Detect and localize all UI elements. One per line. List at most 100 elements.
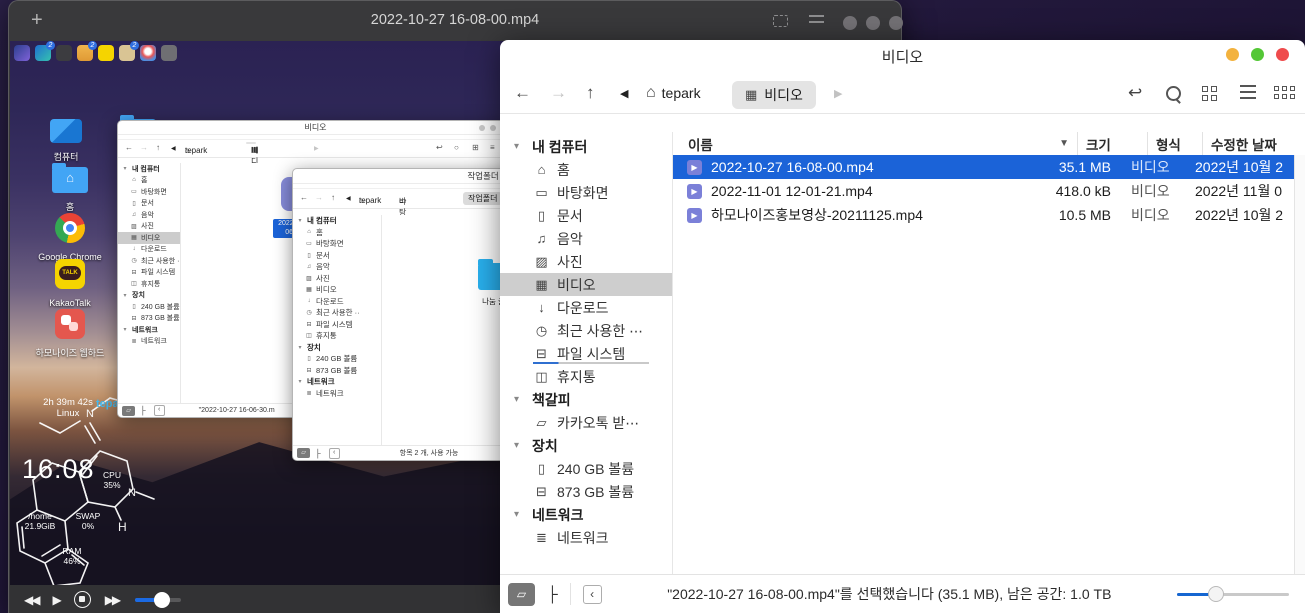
sidebar-item[interactable]: ▾ 책갈피 bbox=[500, 388, 672, 411]
home-icon: ⌂ bbox=[646, 84, 656, 102]
file-modified: 2022년 11월 0 bbox=[1186, 181, 1295, 201]
sidebar-item: ▨ 사진 bbox=[118, 221, 180, 233]
sidebar-item[interactable]: ▾ 네트워크 bbox=[500, 503, 672, 526]
sidebar-item-icon: ↓ bbox=[130, 246, 138, 252]
sidebar-item-label: 카카오톡 받⋯ bbox=[557, 413, 639, 433]
sidebar-item-icon: ⊟ bbox=[533, 484, 550, 500]
sidebar-item-icon: ♫ bbox=[533, 231, 550, 246]
sidebar-item: ▯ 문서 bbox=[293, 250, 381, 262]
sidebar-item[interactable]: ◷ 최근 사용한 ⋯ bbox=[500, 319, 672, 342]
sidebar-item[interactable]: ◫ 휴지통 bbox=[500, 365, 672, 388]
sidebar-item: ▨ 사진 bbox=[293, 273, 381, 285]
up-button[interactable]: ↑ bbox=[586, 83, 595, 103]
sidebar-item: ≣ 네트워크 bbox=[293, 388, 381, 400]
window-button[interactable] bbox=[866, 16, 880, 30]
breadcrumb-home[interactable]: ⌂tepark bbox=[646, 84, 701, 102]
sidebar-item[interactable]: ▯ 문서 bbox=[500, 204, 672, 227]
sidebar-item[interactable]: ⊟ 파일 시스템 bbox=[500, 342, 672, 365]
table-row[interactable]: ▶하모나이즈홍보영상-20211125.mp4 10.5 MB 비디오 2022… bbox=[673, 203, 1295, 227]
sidebar-item-icon: ▯ bbox=[533, 461, 550, 477]
desktop-icon: 홈 bbox=[34, 167, 106, 212]
desktop-icon-label: 하모나이즈 웹하드 bbox=[34, 348, 106, 358]
sidebar-item-icon: ≣ bbox=[305, 390, 313, 397]
sidebar-item[interactable]: ▨ 사진 bbox=[500, 250, 672, 273]
table-row[interactable]: ▶2022-10-27 16-08-00.mp4 35.1 MB 비디오 202… bbox=[673, 155, 1295, 179]
zoom-handle[interactable] bbox=[1208, 586, 1224, 602]
fullscreen-icon[interactable] bbox=[773, 15, 788, 27]
back-icon: ← bbox=[125, 143, 133, 152]
seek-handle[interactable] bbox=[154, 592, 170, 608]
desktop-icon: Google Chrome bbox=[34, 213, 106, 262]
fm-window-title: 비디오 bbox=[500, 46, 1305, 67]
desktop-icon-label: KakaoTalk bbox=[34, 298, 106, 308]
sidebar-item[interactable]: ▾ 장치 bbox=[500, 434, 672, 457]
sidebar-item-label: 파일 시스템 bbox=[557, 344, 625, 364]
fm-titlebar[interactable]: 비디오 bbox=[500, 40, 1305, 68]
sidebar-item[interactable]: ▱ 카카오톡 받⋯ bbox=[500, 411, 672, 434]
sidebar-item-icon: ▯ bbox=[533, 208, 550, 224]
sidebar-item[interactable]: ≣ 네트워크 bbox=[500, 526, 672, 549]
sidebar-item-label: 휴지통 bbox=[141, 279, 160, 289]
desktop-icon: TALK KakaoTalk bbox=[34, 259, 106, 308]
tree-view-button[interactable]: ├ bbox=[547, 586, 558, 603]
window-button[interactable] bbox=[889, 16, 903, 30]
fast-forward-button[interactable]: ▶▶ bbox=[105, 593, 119, 607]
breadcrumb-prev-icon[interactable]: ◀ bbox=[620, 87, 628, 100]
rewind-button[interactable]: ◀◀ bbox=[24, 593, 38, 607]
sidebar-item[interactable]: ▦ 비디오 bbox=[500, 273, 672, 296]
sidebar-item[interactable]: ⌂ 홈 bbox=[500, 158, 672, 181]
minimize-button[interactable] bbox=[1226, 48, 1239, 61]
stop-button[interactable] bbox=[74, 591, 91, 608]
sidebar-item[interactable]: ▾ 내 컴퓨터 bbox=[500, 135, 672, 158]
sidebar-item-label: 비디오 bbox=[557, 275, 596, 295]
scrollbar[interactable] bbox=[1294, 155, 1305, 575]
sidebar-item[interactable]: ♫ 음악 bbox=[500, 227, 672, 250]
taskbar-app-icon: 2 bbox=[77, 45, 93, 61]
search-icon[interactable] bbox=[1166, 86, 1181, 101]
folder-view-button[interactable]: ▱ bbox=[508, 583, 535, 606]
file-type: 비디오 bbox=[1123, 205, 1186, 225]
player-titlebar[interactable]: + 2022-10-27 16-08-00.mp4 bbox=[9, 1, 901, 41]
taskbar-app-icon bbox=[140, 45, 156, 61]
column-header-modified[interactable]: 수정한 날짜 bbox=[1202, 132, 1305, 155]
mini-titlebar: 비디오 bbox=[118, 121, 513, 135]
sidebar-item: ▦ 비디오 bbox=[293, 284, 381, 296]
sidebar-item: ⊟ 파일 시스템 bbox=[118, 267, 180, 279]
breadcrumb-next-icon[interactable]: ▶ bbox=[834, 87, 842, 100]
sidebar-item-icon: ◫ bbox=[533, 369, 550, 385]
play-button[interactable]: ▶ bbox=[52, 593, 59, 607]
sidebar-item-icon: ↓ bbox=[533, 300, 550, 315]
desktop-icon-art bbox=[52, 167, 88, 193]
refresh-icon[interactable]: ↩ bbox=[1128, 83, 1142, 103]
forward-button[interactable]: → bbox=[550, 83, 567, 103]
grid-view-icon[interactable] bbox=[1202, 86, 1217, 101]
sidebar-item-label: 내 컴퓨터 bbox=[132, 164, 160, 174]
column-header-type[interactable]: 형식 bbox=[1147, 132, 1202, 155]
maximize-button[interactable] bbox=[1251, 48, 1264, 61]
sidebar-item-icon: ⊟ bbox=[130, 315, 138, 322]
sidebar-item[interactable]: ▯ 240 GB 볼륨 bbox=[500, 457, 672, 480]
column-header-name[interactable]: 이름▼ bbox=[673, 132, 1077, 155]
seek-bar[interactable] bbox=[135, 598, 181, 602]
breadcrumb-current[interactable]: ▦비디오 bbox=[732, 81, 816, 109]
table-row[interactable]: ▶2022-11-01 12-01-21.mp4 418.0 kB 비디오 20… bbox=[673, 179, 1295, 203]
compact-view-icon[interactable] bbox=[1274, 86, 1295, 99]
close-button[interactable] bbox=[1276, 48, 1289, 61]
sidebar-item-label: 최근 사용한 ·· bbox=[316, 307, 360, 318]
sidebar-item[interactable]: ↓ 다운로드 bbox=[500, 296, 672, 319]
sidebar-item-label: 홈 bbox=[316, 227, 323, 238]
menu-icon[interactable] bbox=[809, 15, 824, 26]
sidebar-item-label: 873 GB 볼륨 bbox=[141, 313, 180, 323]
back-button[interactable]: ← bbox=[514, 83, 531, 103]
desktop-icon: 컴퓨터 bbox=[30, 119, 102, 162]
tree-view-icon: ├ bbox=[315, 449, 321, 458]
window-button[interactable] bbox=[843, 16, 857, 30]
sidebar-item-icon: ▾ bbox=[121, 326, 129, 333]
sidebar-item[interactable]: ▭ 바탕화면 bbox=[500, 181, 672, 204]
zoom-slider[interactable] bbox=[1177, 586, 1289, 602]
column-header-size[interactable]: 크기 bbox=[1077, 132, 1147, 155]
list-view-icon[interactable] bbox=[1240, 85, 1256, 99]
sidebar-item[interactable]: ⊟ 873 GB 볼륨 bbox=[500, 480, 672, 503]
toggle-panel-button[interactable]: ‹ bbox=[583, 585, 602, 604]
fm-statusbar: ▱ ├ ‹ "2022-10-27 16-08-00.mp4"를 선택했습니다 … bbox=[500, 574, 1305, 613]
